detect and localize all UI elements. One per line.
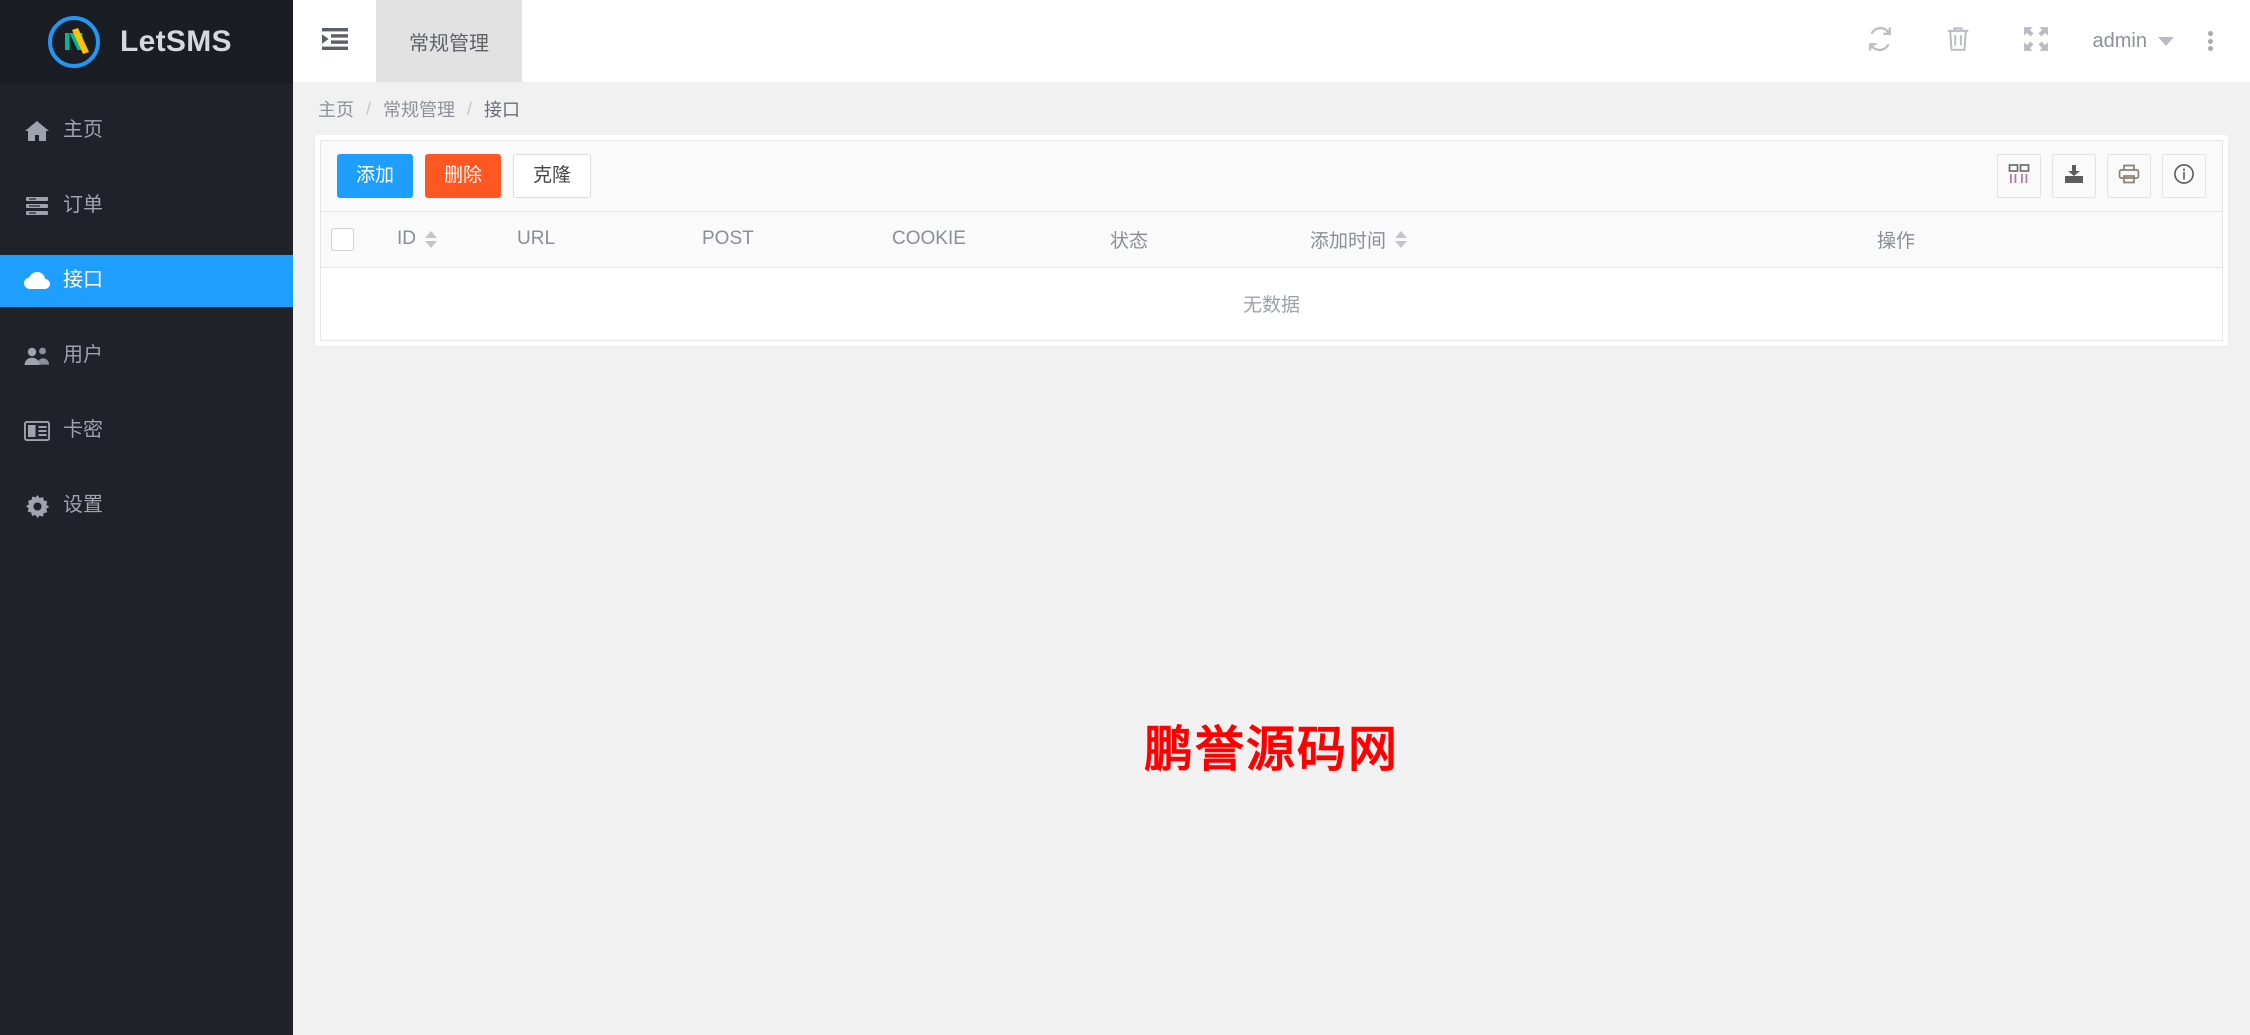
- clear-cache-button[interactable]: [1919, 0, 1997, 83]
- add-button[interactable]: 添加: [337, 154, 414, 198]
- sidebar-item-label: 用户: [63, 344, 103, 366]
- column-label: 添加时间: [1310, 230, 1387, 252]
- print-icon: [2118, 163, 2140, 190]
- column-header-url[interactable]: URL: [507, 212, 692, 268]
- sidebar-item-cards[interactable]: 卡密: [0, 405, 293, 457]
- indent-sidebar-icon: [321, 27, 348, 55]
- more-vertical-icon: [2207, 29, 2213, 54]
- sort-icon[interactable]: [425, 230, 437, 248]
- breadcrumb: 主页 / 常规管理 / 接口: [293, 83, 2250, 135]
- id-card-icon: [20, 421, 54, 441]
- column-toggle-button[interactable]: [1997, 154, 2041, 198]
- column-label: 操作: [1876, 230, 1915, 252]
- table-header-row: ID URL POST COOKIE 状态 添加时间 操作: [321, 212, 2222, 268]
- main-area: 常规管理 admin 主页 / 常规管理 / 接口 添加 删除 克隆 ID UR…: [293, 0, 2250, 1035]
- column-header-post[interactable]: POST: [692, 212, 882, 268]
- table-head: ID URL POST COOKIE 状态 添加时间 操作: [321, 212, 2222, 268]
- sidebar-item-label: 主页: [63, 119, 103, 141]
- table-toolbar: 添加 删除 克隆: [321, 141, 2222, 212]
- brand-logo[interactable]: LetSMS: [0, 0, 293, 83]
- column-header-cookie[interactable]: COOKIE: [882, 212, 1100, 268]
- header-actions: admin: [1841, 0, 2250, 82]
- interface-table: ID URL POST COOKIE 状态 添加时间 操作 无数据: [321, 212, 2222, 341]
- column-header-status[interactable]: 状态: [1100, 212, 1300, 268]
- user-menu[interactable]: admin: [2075, 0, 2188, 83]
- list-icon: [20, 196, 54, 216]
- info-button[interactable]: [2162, 154, 2206, 198]
- breadcrumb-item-general[interactable]: 常规管理: [383, 96, 455, 122]
- table-empty-row: 无数据: [321, 267, 2222, 341]
- empty-state-cell: 无数据: [321, 267, 2222, 341]
- sidebar-item-label: 订单: [63, 194, 103, 216]
- breadcrumb-separator: /: [366, 98, 372, 119]
- column-label: COOKIE: [892, 228, 966, 250]
- sidebar-collapse-button[interactable]: [293, 0, 376, 82]
- breadcrumb-separator: /: [467, 98, 473, 119]
- users-icon: [20, 346, 54, 366]
- print-button[interactable]: [2107, 154, 2151, 198]
- column-label: URL: [517, 228, 556, 250]
- breadcrumb-item-home[interactable]: 主页: [318, 96, 354, 122]
- delete-button[interactable]: 删除: [425, 154, 502, 198]
- sidebar-nav: 主页 订单 接口 用户 卡密 设置: [0, 83, 293, 532]
- user-name: admin: [2092, 29, 2147, 52]
- info-icon: [2173, 163, 2195, 190]
- column-label: 状态: [1110, 230, 1149, 252]
- cloud-icon: [20, 272, 54, 290]
- table-body: 无数据: [321, 267, 2222, 341]
- sidebar-item-home[interactable]: 主页: [0, 105, 293, 157]
- letsms-logo-icon: [48, 15, 100, 68]
- export-button[interactable]: [2052, 154, 2096, 198]
- sidebar-item-interface[interactable]: 接口: [0, 255, 293, 307]
- sidebar-item-label: 卡密: [63, 419, 103, 441]
- column-header-actions: 操作: [1570, 212, 2222, 268]
- sidebar: LetSMS 主页 订单 接口 用户 卡密 设置: [0, 0, 293, 1035]
- column-label: ID: [397, 228, 416, 250]
- export-icon: [2063, 163, 2085, 190]
- logo-glyph-icon: [65, 27, 89, 54]
- app-root: LetSMS 主页 订单 接口 用户 卡密 设置 常规管理 admin 主页 /…: [0, 0, 2250, 1035]
- breadcrumb-item-current: 接口: [484, 100, 521, 120]
- header-spacer: [522, 0, 1841, 82]
- home-icon: [20, 120, 54, 142]
- fullscreen-button[interactable]: [1997, 0, 2075, 83]
- top-header: 常规管理 admin: [293, 0, 2250, 83]
- select-all-cell: [321, 212, 387, 268]
- columns-icon: [2008, 163, 2030, 190]
- content-area: 添加 删除 克隆 ID URL POST COOKIE 状态 添加时间 操作 无…: [293, 135, 2250, 1035]
- refresh-button[interactable]: [1841, 0, 1919, 83]
- tab-label: 常规管理: [409, 32, 489, 55]
- sidebar-item-orders[interactable]: 订单: [0, 180, 293, 232]
- interface-card: 添加 删除 克隆 ID URL POST COOKIE 状态 添加时间 操作 无…: [315, 135, 2228, 346]
- watermark-text: 鹏誉源码网: [1143, 721, 1399, 778]
- sidebar-item-users[interactable]: 用户: [0, 330, 293, 382]
- table-tool-icons: [1986, 154, 2206, 198]
- trash-icon: [1946, 26, 1970, 57]
- refresh-icon: [1867, 26, 1893, 57]
- gear-icon: [20, 494, 54, 518]
- select-all-checkbox[interactable]: [331, 227, 354, 251]
- chevron-down-icon: [2158, 36, 2174, 46]
- column-label: POST: [702, 228, 754, 250]
- table-container: 添加 删除 克隆 ID URL POST COOKIE 状态 添加时间 操作 无…: [320, 140, 2223, 341]
- brand-name: LetSMS: [120, 24, 232, 58]
- sidebar-item-label: 设置: [63, 494, 103, 516]
- sidebar-item-label: 接口: [63, 269, 103, 291]
- sort-icon[interactable]: [1395, 230, 1408, 248]
- column-header-id[interactable]: ID: [387, 212, 507, 268]
- tab-general-management[interactable]: 常规管理: [376, 0, 522, 82]
- clone-button[interactable]: 克隆: [513, 154, 592, 198]
- column-header-created-time[interactable]: 添加时间: [1300, 212, 1570, 268]
- fullscreen-icon: [2023, 26, 2049, 57]
- more-options-button[interactable]: [2188, 0, 2232, 83]
- sidebar-item-settings[interactable]: 设置: [0, 480, 293, 532]
